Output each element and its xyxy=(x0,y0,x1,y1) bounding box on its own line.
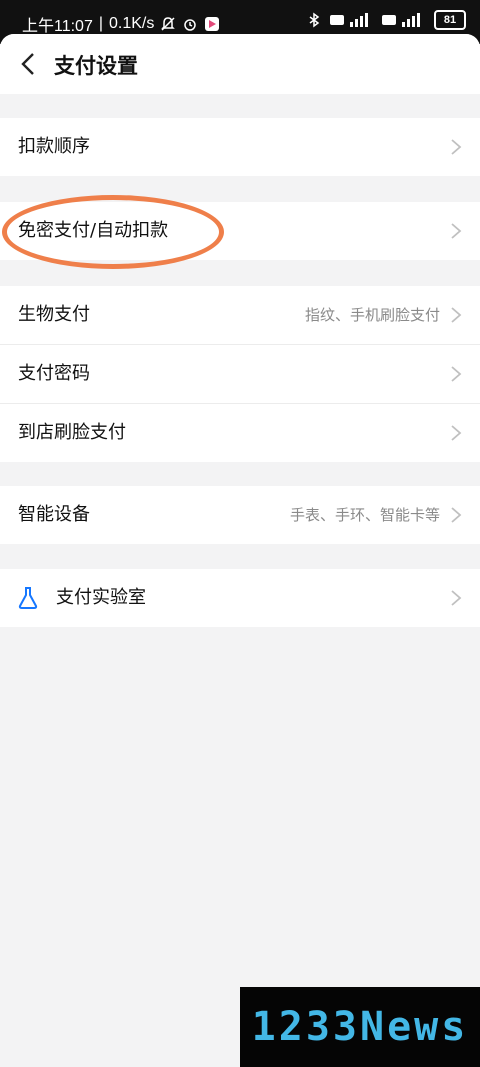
group-lab: 支付实验室 xyxy=(0,569,480,627)
chevron-right-icon xyxy=(451,425,462,441)
row-deduct-order[interactable]: 扣款顺序 xyxy=(0,118,480,176)
status-left: 上午11:07 | 0.1K/s xyxy=(22,12,220,36)
battery-level: 81 xyxy=(443,14,457,26)
row-label: 到店刷脸支付 xyxy=(18,422,126,443)
watermark: 1233News xyxy=(240,987,480,1067)
alarm-icon xyxy=(184,19,197,31)
header: 支付设置 xyxy=(0,34,480,94)
battery-icon: 81 xyxy=(434,10,466,30)
group-password-free: 免密支付/自动扣款 xyxy=(0,202,480,260)
row-sub: 指纹、手机刷脸支付 xyxy=(304,306,440,324)
mute-bell-icon xyxy=(161,17,176,31)
row-label: 生物支付 xyxy=(18,304,90,325)
signal-4g-icon xyxy=(330,13,368,27)
row-password-free[interactable]: 免密支付/自动扣款 xyxy=(0,202,480,260)
row-smart-devices[interactable]: 智能设备 手表、手环、智能卡等 xyxy=(0,486,480,544)
page-title: 支付设置 xyxy=(54,54,138,78)
status-time: 上午11:07 xyxy=(22,18,93,35)
chevron-right-icon xyxy=(451,307,462,323)
row-pay-password[interactable]: 支付密码 xyxy=(0,345,480,404)
group-order: 扣款顺序 xyxy=(0,118,480,176)
flask-icon xyxy=(18,587,38,609)
signal-5g-icon xyxy=(382,13,420,27)
back-button[interactable] xyxy=(14,50,42,78)
chevron-right-icon xyxy=(451,223,462,239)
chevron-right-icon xyxy=(451,139,462,155)
row-label: 支付密码 xyxy=(18,363,90,384)
row-store-face-pay[interactable]: 到店刷脸支付 xyxy=(0,404,480,462)
row-biometric-pay[interactable]: 生物支付 指纹、手机刷脸支付 xyxy=(0,286,480,345)
watermark-text: 1233News xyxy=(251,1004,469,1050)
app-notification-icon xyxy=(205,17,220,31)
chevron-right-icon xyxy=(451,590,462,606)
row-label: 扣款顺序 xyxy=(18,136,90,157)
status-separator: | xyxy=(98,15,104,32)
row-label: 免密支付/自动扣款 xyxy=(18,220,169,241)
row-pay-lab[interactable]: 支付实验室 xyxy=(0,569,480,627)
bluetooth-icon xyxy=(309,12,320,28)
phone-sheet: 支付设置 扣款顺序 免密支付/自动扣款 生物支付 指纹、手机刷脸支付 支付密码 … xyxy=(0,34,480,1067)
row-label: 支付实验室 xyxy=(56,587,146,608)
group-security: 生物支付 指纹、手机刷脸支付 支付密码 到店刷脸支付 xyxy=(0,286,480,462)
chevron-left-icon xyxy=(21,53,34,75)
row-label: 智能设备 xyxy=(18,504,90,525)
chevron-right-icon xyxy=(451,366,462,382)
row-sub: 手表、手环、智能卡等 xyxy=(289,506,440,524)
group-devices: 智能设备 手表、手环、智能卡等 xyxy=(0,486,480,544)
status-speed: 0.1K/s xyxy=(109,15,155,32)
status-right: 81 xyxy=(306,10,466,30)
chevron-right-icon xyxy=(451,507,462,523)
